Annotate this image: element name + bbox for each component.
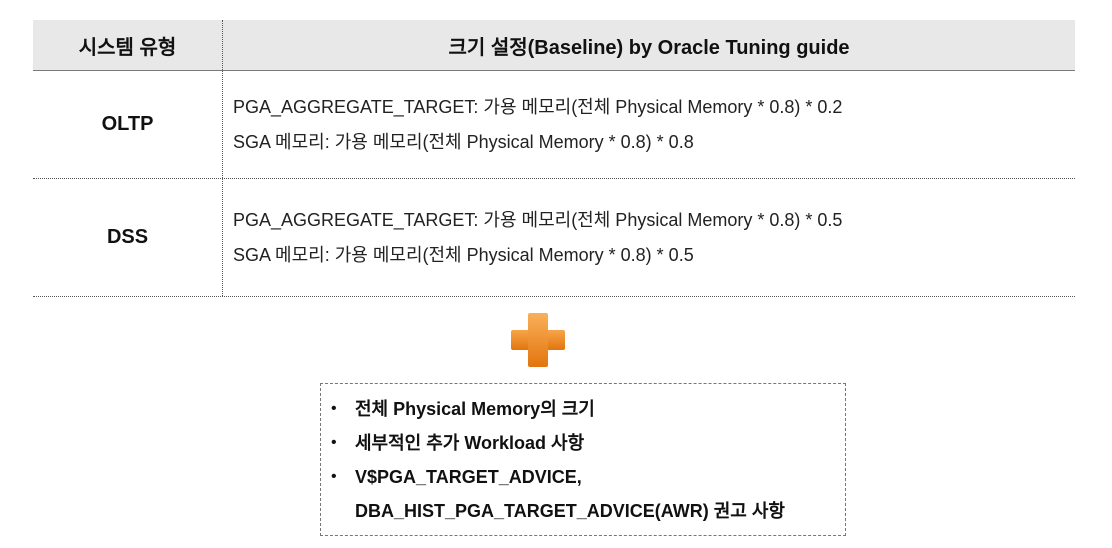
header-size-setting: 크기 설정(Baseline) by Oracle Tuning guide (448, 36, 850, 59)
system-type-cell: DSS (33, 179, 223, 296)
list-item: • 세부적인 추가 Workload 사항 (331, 426, 837, 460)
system-type-cell: OLTP (33, 71, 223, 178)
header-system-type: 시스템 유형 (33, 20, 223, 70)
list-item: • V$PGA_TARGET_ADVICE, DBA_HIST_PGA_TARG… (331, 460, 837, 528)
sga-setting-line: SGA 메모리: 가용 메모리(전체 Physical Memory * 0.8… (233, 131, 694, 152)
sizing-table: 시스템 유형 크기 설정(Baseline) by Oracle Tuning … (33, 20, 1075, 297)
pga-setting-line: PGA_AGGREGATE_TARGET: 가용 메모리(전체 Physical… (233, 209, 843, 230)
setting-cell: PGA_AGGREGATE_TARGET: 가용 메모리(전체 Physical… (223, 179, 1075, 296)
list-item: • 전체 Physical Memory의 크기 (331, 392, 837, 426)
bullet-icon: • (331, 434, 337, 451)
list-item-line: 세부적인 추가 Workload 사항 (355, 433, 585, 453)
table-header-row: 시스템 유형 크기 설정(Baseline) by Oracle Tuning … (33, 20, 1075, 71)
bullet-icon: • (331, 468, 337, 485)
table-row-oltp: OLTP PGA_AGGREGATE_TARGET: 가용 메모리(전체 Phy… (33, 71, 1075, 179)
plus-icon (511, 313, 565, 367)
pga-setting-line: PGA_AGGREGATE_TARGET: 가용 메모리(전체 Physical… (233, 96, 843, 117)
list-item-text: 전체 Physical Memory의 크기 (355, 392, 595, 426)
list-item-line: DBA_HIST_PGA_TARGET_ADVICE(AWR) 권고 사항 (355, 501, 785, 521)
plus-icon-vertical-bar (528, 313, 548, 367)
list-item-text: V$PGA_TARGET_ADVICE, DBA_HIST_PGA_TARGET… (355, 460, 785, 528)
setting-cell: PGA_AGGREGATE_TARGET: 가용 메모리(전체 Physical… (223, 71, 1075, 178)
list-item-text: 세부적인 추가 Workload 사항 (355, 426, 584, 460)
table-row-dss: DSS PGA_AGGREGATE_TARGET: 가용 메모리(전체 Phys… (33, 179, 1075, 297)
list-item-line: 전체 Physical Memory의 크기 (355, 399, 595, 419)
list-item-line: V$PGA_TARGET_ADVICE, (355, 467, 582, 487)
additional-considerations-box: • 전체 Physical Memory의 크기 • 세부적인 추가 Workl… (320, 383, 846, 536)
sga-setting-line: SGA 메모리: 가용 메모리(전체 Physical Memory * 0.8… (233, 244, 694, 265)
bullet-icon: • (331, 400, 337, 417)
